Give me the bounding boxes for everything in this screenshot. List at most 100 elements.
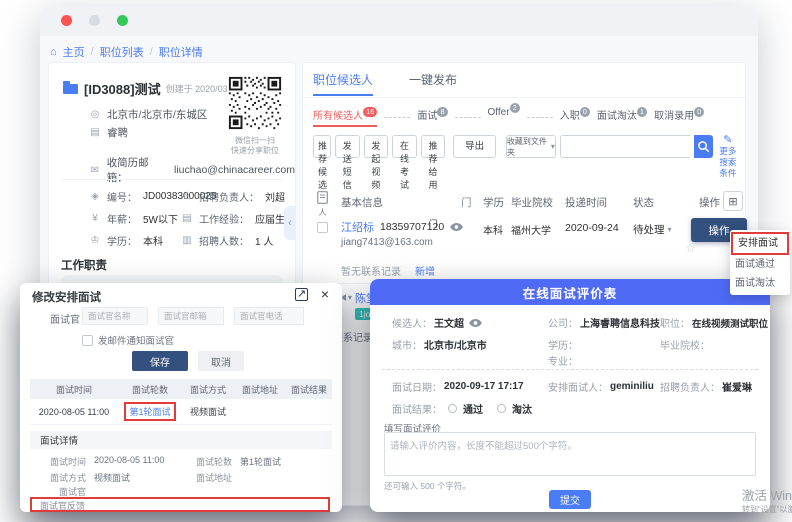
table-header: 人 基本信息 门 学历 毕业院校 投递时间 状态 操作 ⊞ xyxy=(303,189,745,217)
candidate-name-link[interactable]: 江绍标 xyxy=(341,219,374,235)
recommend-candidate-button[interactable]: 推荐候选人 xyxy=(313,135,331,158)
modal-title: 修改安排面试 xyxy=(32,289,101,305)
arranger-value: geminiliu xyxy=(610,381,654,392)
filter-label: 所有候选人 xyxy=(313,111,363,122)
status-value: 待处理 xyxy=(633,222,665,237)
job-company: 睿聘 xyxy=(107,125,128,140)
dash-separator xyxy=(384,117,410,118)
cell-apply-date: 2020-09-24 xyxy=(565,222,619,234)
col-basic-info: 基本信息 xyxy=(341,195,383,210)
filter-interview[interactable]: 面试8 xyxy=(417,107,447,122)
menu-item-interview-pass[interactable]: 面试通过 xyxy=(730,255,790,274)
status-dropdown[interactable]: 待处理 ▾ xyxy=(633,222,672,237)
notify-checkbox-row[interactable]: 发邮件通知面试官 xyxy=(82,333,174,347)
notify-checkbox[interactable] xyxy=(82,335,93,346)
column-settings-button[interactable]: ⊞ xyxy=(723,191,743,211)
candidate-phone: 18359707120 xyxy=(380,221,444,233)
close-window-dot[interactable] xyxy=(61,15,72,26)
filter-label: 面试淘汰 xyxy=(597,111,637,122)
eye-icon[interactable] xyxy=(450,223,463,231)
tab-job-candidates[interactable]: 职位候选人 xyxy=(313,71,373,96)
online-exam-button[interactable]: 在线考试 xyxy=(392,135,417,158)
more-filters[interactable]: ✎ 更多搜索条件 xyxy=(717,135,739,179)
candidate-name-line: 江绍标 18359707120 xyxy=(341,219,463,235)
send-sms-button[interactable]: 发送短信 xyxy=(335,135,360,158)
col-interview-result: 面试结果 xyxy=(286,383,332,396)
breadcrumb-job-list[interactable]: 职位列表 xyxy=(100,44,144,60)
recommend-to-department-button[interactable]: 推荐给用人部门 xyxy=(421,135,446,158)
job-email-row: ✉ 收简历邮箱： liuchao@chinacareer.com xyxy=(89,155,295,185)
tab-one-click-publish[interactable]: 一键发布 xyxy=(409,71,457,96)
col-degree: 学历 xyxy=(483,195,504,210)
minimize-window-dot[interactable] xyxy=(89,15,100,26)
round-link[interactable]: 第1轮面试 xyxy=(124,402,175,421)
save-button[interactable]: 保存 xyxy=(132,351,188,371)
search-input[interactable] xyxy=(560,135,690,158)
search-icon xyxy=(697,140,710,153)
divider xyxy=(61,179,283,180)
breadcrumb-home[interactable]: 主页 xyxy=(63,44,85,60)
filter-onboard[interactable]: 入职0 xyxy=(560,107,590,122)
position-label: 职位： xyxy=(660,315,690,330)
folder-select-label: 收藏到文件夹 xyxy=(507,136,548,158)
job-title: [ID3088]测试 xyxy=(84,79,161,98)
cancel-button[interactable]: 取消 xyxy=(198,351,244,371)
id-icon: ◈ xyxy=(89,191,101,202)
count-badge: 16 xyxy=(363,107,377,117)
save-label: 保存 xyxy=(150,354,170,369)
comment-textarea[interactable] xyxy=(384,432,756,476)
breadcrumb: ⌂ 主页 / 职位列表 / 职位详情 xyxy=(50,44,203,60)
rounds-table-row: 2020-08-05 11:00 第1轮面试 视频面试 xyxy=(30,399,332,425)
screenshot-stage: ⌂ 主页 / 职位列表 / 职位详情 [ID3088]测试 创建于 2020/0… xyxy=(0,0,792,522)
collapse-panel-handle[interactable]: ‹ xyxy=(284,206,296,240)
chevron-down-icon: ▾ xyxy=(551,142,555,151)
favorite-folder-select[interactable]: 收藏到文件夹 ▾ xyxy=(506,135,556,158)
interviewer-phone-input[interactable] xyxy=(234,307,304,325)
maximize-window-dot[interactable] xyxy=(117,15,128,26)
divider xyxy=(303,97,745,98)
interviewer-email-input[interactable] xyxy=(158,307,224,325)
submit-button[interactable]: 提交 xyxy=(549,490,591,509)
filter-offer[interactable]: Offer2 xyxy=(488,107,520,118)
expand-icon[interactable]: ↗ xyxy=(295,288,308,301)
panel-tabs: 职位候选人 一键发布 xyxy=(313,71,457,96)
interviewer-name-input[interactable] xyxy=(82,307,148,325)
filter-label: Offer xyxy=(488,107,510,118)
add-contact-link[interactable]: 新增 xyxy=(415,263,435,278)
filter-interview-rejected[interactable]: 面试淘汰1 xyxy=(597,107,647,122)
rounds-table-header: 面试时间 面试轮数 面试方式 面试地址 面试结果 xyxy=(30,379,332,399)
chevron-down-icon: ▾ xyxy=(348,293,352,302)
company-value: 上海睿聘信息科技 xyxy=(580,315,660,330)
star-icon[interactable]: ☆ xyxy=(685,241,696,255)
windows-activation-watermark: 激活 Windows 转到“设置”以激活 Windows。 xyxy=(742,485,792,515)
recruiter-label: 招聘负责人： xyxy=(660,379,720,394)
dashed-divider xyxy=(382,369,758,370)
menu-item-interview-reject[interactable]: 面试淘汰 xyxy=(730,274,790,293)
close-icon[interactable]: × xyxy=(321,286,329,302)
export-button[interactable]: 导出 xyxy=(453,135,496,158)
detail-time-value: 2020-08-05 11:00 xyxy=(94,455,164,465)
breadcrumb-job-detail: 职位详情 xyxy=(159,44,203,60)
interview-detail-header: 面试详情 xyxy=(30,431,332,449)
major-label: 专业： xyxy=(548,353,578,368)
home-icon[interactable]: ⌂ xyxy=(50,46,57,58)
search-button[interactable] xyxy=(694,135,713,158)
col-action: 操作 xyxy=(699,195,720,210)
cell-degree: 本科 xyxy=(483,222,503,237)
qr-code xyxy=(227,75,283,131)
radio-reject[interactable] xyxy=(497,404,506,413)
job-info-salary: ¥ 年薪： 5W以下 xyxy=(89,211,178,226)
candidate-label: 候选人： xyxy=(392,315,432,330)
evaluation-modal-title: 在线面试评价表 xyxy=(523,283,618,302)
menu-item-arrange-interview[interactable]: 安排面试 xyxy=(731,232,789,255)
start-video-interview-button[interactable]: 发起视频面试 xyxy=(364,135,389,158)
detail-round-value: 第1轮面试 xyxy=(240,455,281,468)
interview-date-label: 面试日期： xyxy=(392,379,442,394)
radio-pass[interactable] xyxy=(448,404,457,413)
filter-all-candidates[interactable]: 所有候选人16 xyxy=(313,107,377,127)
filter-offer-cancelled[interactable]: 取消录用0 xyxy=(654,107,704,122)
eye-icon[interactable] xyxy=(469,319,482,327)
row-checkbox[interactable] xyxy=(317,222,328,233)
job-company-row: ▤ 睿聘 xyxy=(89,125,128,140)
arrange-interview-modal: 修改安排面试 ↗ × 面试官 发邮件通知面试官 保存 取消 面试时间 面试轮数 … xyxy=(20,283,342,512)
